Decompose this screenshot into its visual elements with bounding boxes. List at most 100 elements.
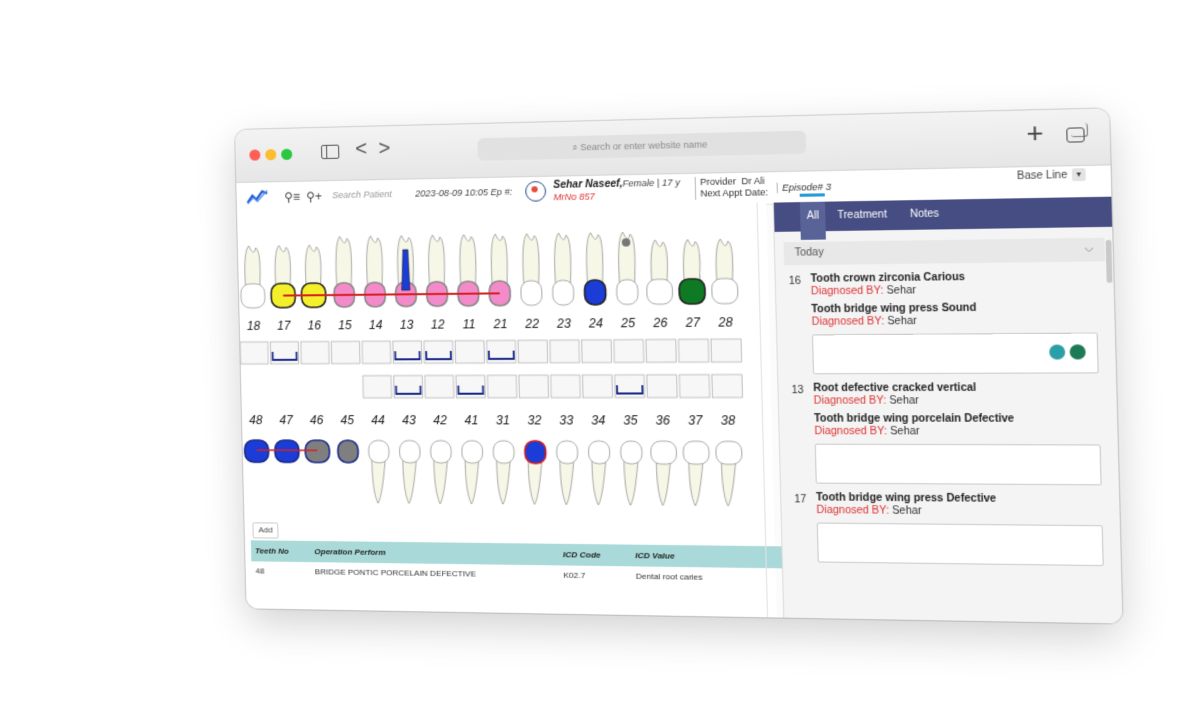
- diagnosis-title: Tooth bridge wing press Defective: [815, 492, 997, 505]
- patient-list-icon[interactable]: ⚲≡: [284, 190, 300, 204]
- teeth-diagram: 18 17 16 15 14 13 12 11 21 22 23 24 25 26 27 28 48 47 46 45…: [239, 203, 774, 528]
- diagnosed-by: Diagnosed BY: Sehar: [816, 505, 1111, 519]
- sidebar-toggle-icon[interactable]: [320, 144, 340, 160]
- lightbulb-icon[interactable]: [1049, 344, 1066, 360]
- operations-table: Teeth No Operation Perform ICD Code ICD Val…: [250, 540, 791, 588]
- tooth-crown: [647, 279, 673, 304]
- diagnosed-by-label: Diagnosed BY:: [811, 315, 885, 329]
- diagnosis-entry[interactable]: 13 Root defective cracked vertical Diagnos…: [787, 382, 1111, 486]
- tooth-number-label: 26: [652, 315, 668, 330]
- diagnosis-item: Tooth bridge wing porcelain Defective Dia…: [788, 413, 1110, 438]
- tooth-surface-box: [425, 375, 454, 397]
- add-patient-icon[interactable]: ⚲+: [306, 189, 322, 203]
- tooth-number-label: 46: [310, 413, 324, 427]
- diagnosed-by: Diagnosed BY: Sehar: [814, 426, 1109, 438]
- diagnosed-by-name: Sehar: [887, 315, 917, 328]
- tooth-number-label: 48: [249, 413, 263, 427]
- diagnosis-item: Tooth crown zirconia Carious Diagnosed BY…: [784, 270, 1106, 298]
- diagnosed-by-name: Sehar: [889, 425, 920, 438]
- tooth-surface-box: [646, 339, 676, 362]
- tooth-crown: [521, 281, 542, 306]
- tooth-number-label: 14: [369, 318, 383, 332]
- tooth-number-label: 22: [524, 317, 540, 332]
- tooth-root: [554, 233, 572, 287]
- search-patient-input[interactable]: Search Patient: [332, 189, 392, 200]
- tooth-surface-box: [455, 341, 484, 364]
- tooth-number-label: 18: [247, 319, 261, 333]
- tooth-crown: [588, 441, 610, 464]
- tooth-crown: [240, 282, 265, 308]
- tooth-root: [428, 235, 445, 288]
- diagnosis-item: Tooth bridge wing press Sound Diagnosed B…: [785, 301, 1107, 328]
- table-cell: BRIDGE PONTIC PORCELAIN DEFECTIVE: [314, 567, 477, 579]
- tooth-number-label: 28: [717, 315, 733, 330]
- tooth-number-label: 37: [688, 413, 703, 428]
- tooth-root: [715, 239, 733, 285]
- minimize-window-button[interactable]: [265, 149, 277, 161]
- tooth-root: [366, 236, 383, 289]
- tab-overview-icon[interactable]: [1066, 127, 1085, 143]
- tooth-crown: [368, 440, 389, 462]
- provider-label: Provider: [699, 176, 737, 188]
- back-icon[interactable]: <: [355, 138, 367, 162]
- diagnosis-entry[interactable]: 16 Tooth crown zirconia Carious Diagnosed …: [784, 270, 1108, 375]
- tooth-surface-box: [363, 376, 392, 398]
- today-label: Today: [794, 246, 824, 259]
- tooth-crown: [584, 280, 606, 305]
- maximize-window-button[interactable]: [281, 148, 293, 160]
- note-textarea[interactable]: [811, 332, 1099, 375]
- tooth-surface-box: [711, 339, 742, 362]
- diagnosis-panel: All Treatment Notes Today ⌵ 16 Tooth crow…: [772, 196, 1123, 624]
- tooth-surface-box: [551, 375, 581, 398]
- tooth-root: [586, 232, 604, 286]
- patient-mrno: MrNo 857: [553, 191, 596, 203]
- tooth-crown: [679, 279, 705, 304]
- grammar-check-icon[interactable]: [1069, 344, 1086, 360]
- tooth-surface-box: [239, 340, 268, 365]
- forward-icon[interactable]: >: [378, 137, 390, 161]
- tooth-surface-box: [679, 375, 710, 398]
- tooth-number-label: 23: [556, 316, 572, 331]
- tooth-number-label: 16: [307, 318, 321, 332]
- tooth-surface-box: [712, 375, 743, 398]
- tooth-number: 17: [794, 493, 807, 506]
- tooth-crown: [305, 440, 330, 462]
- tab-treatment[interactable]: Treatment: [837, 209, 887, 221]
- tooth-crown: [430, 441, 451, 463]
- note-textarea[interactable]: [814, 443, 1102, 486]
- table-header-cell: Teeth No: [250, 540, 311, 563]
- tooth-crown: [244, 440, 268, 462]
- tooth-surface-box: [301, 341, 330, 363]
- today-section-header[interactable]: Today ⌵: [783, 237, 1106, 266]
- tooth-crown: [338, 440, 359, 462]
- note-textarea[interactable]: [816, 522, 1104, 567]
- episode-label: Episode# 3: [776, 181, 832, 194]
- diagnosis-entry[interactable]: 17 Tooth bridge wing press Defective Diagn…: [790, 492, 1113, 567]
- chevron-down-icon[interactable]: ⌵: [1084, 238, 1093, 262]
- diagnosis-entries: 16 Tooth crown zirconia Carious Diagnosed …: [776, 270, 1122, 567]
- baseline-select[interactable]: Base Line ▾: [1017, 168, 1086, 182]
- app-logo-icon[interactable]: [246, 188, 268, 204]
- tooth-surface-box: [519, 375, 549, 398]
- close-window-button[interactable]: [249, 149, 261, 161]
- address-bar[interactable]: ⌕ Search or enter website name: [477, 130, 807, 161]
- new-tab-icon[interactable]: +: [1026, 116, 1044, 150]
- tooth-crown: [683, 441, 709, 464]
- tooth-number-label: 34: [591, 413, 606, 428]
- tooth-crown: [275, 440, 299, 462]
- baseline-value: Base Line: [1016, 169, 1068, 182]
- next-appt-label: Next Appt Date:: [700, 186, 769, 199]
- tooth-surface-box: [583, 375, 613, 398]
- tooth-crown: [712, 278, 738, 303]
- panel-scrollbar[interactable]: [1105, 239, 1113, 283]
- tooth-number-label: 41: [464, 413, 478, 427]
- address-placeholder: Search or enter website name: [580, 139, 708, 153]
- chevron-down-icon[interactable]: ▾: [1071, 168, 1086, 182]
- tooth-number-label: 15: [338, 318, 352, 332]
- tab-all[interactable]: All: [799, 201, 827, 240]
- tooth-number-label: 27: [685, 315, 701, 330]
- tab-notes[interactable]: Notes: [910, 208, 939, 220]
- tooth-number-label: 21: [492, 317, 507, 332]
- tooth-crown: [620, 441, 642, 464]
- add-button[interactable]: Add: [252, 522, 279, 539]
